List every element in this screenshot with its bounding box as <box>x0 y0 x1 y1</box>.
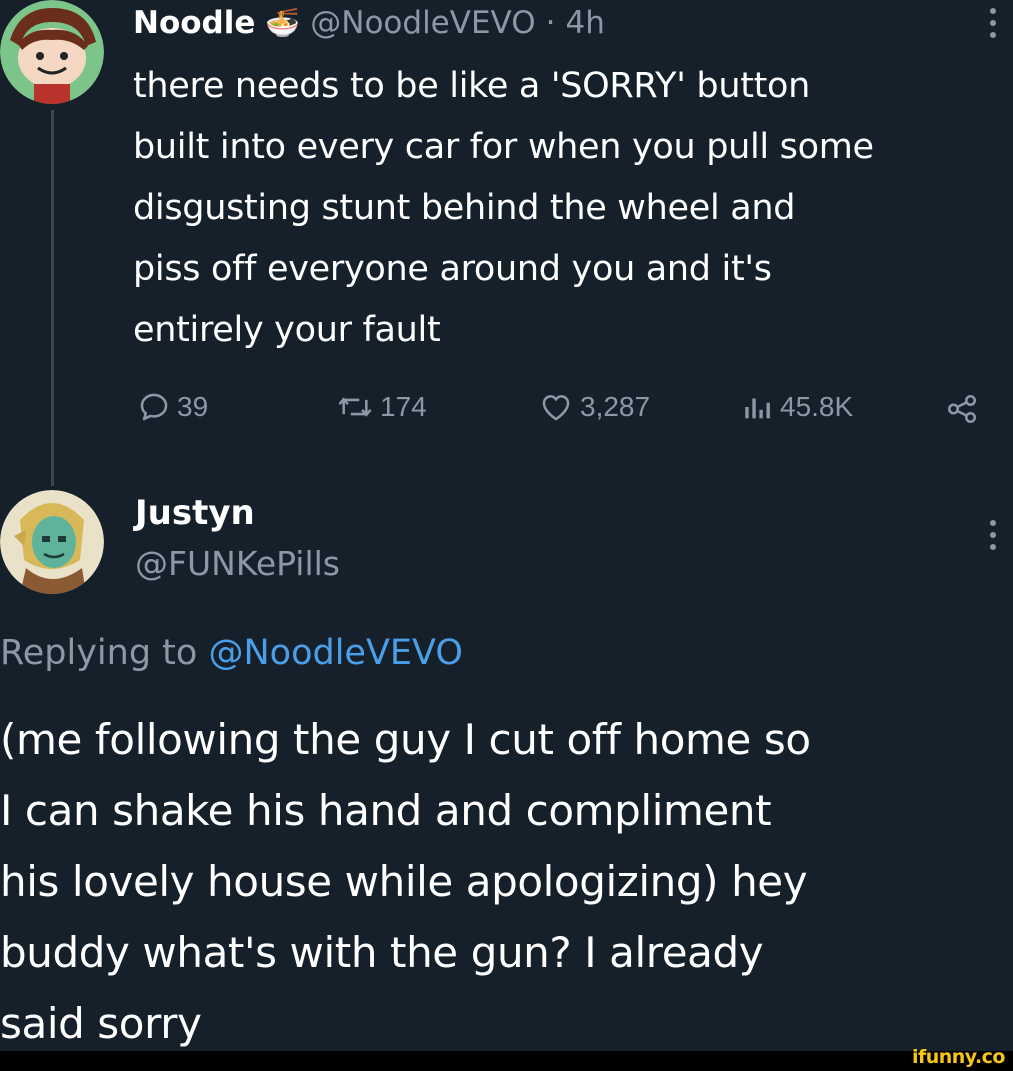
reply-text: (me following the guy I cut off home so … <box>0 704 811 1059</box>
time-separator: · <box>545 5 556 41</box>
replying-prefix: Replying to <box>0 633 198 673</box>
replying-to: Replying to @NoodleVEVO <box>0 630 463 676</box>
retweet-button[interactable]: 174 <box>336 390 427 424</box>
tweet-text-line: piss off everyone around you and it's <box>133 249 772 289</box>
ifunny-watermark: ifunny.co <box>911 1046 1006 1068</box>
tweet-text: there needs to be like a 'SORRY' button … <box>133 56 874 361</box>
tweet-text-line: built into every car for when you pull s… <box>133 127 874 167</box>
like-button[interactable]: 3,287 <box>538 390 650 424</box>
reply-text-line: (me following the guy I cut off home so <box>0 715 811 764</box>
share-icon[interactable] <box>944 392 980 430</box>
reply-button[interactable]: 39 <box>137 390 208 424</box>
retweet-icon <box>338 397 372 417</box>
reply-text-line: said sorry <box>0 999 202 1048</box>
reply-author-name[interactable]: Justyn <box>135 490 340 536</box>
footer-bar <box>0 1051 1013 1071</box>
reply-author-handle[interactable]: @FUNKePills <box>135 536 340 592</box>
retweet-count: 174 <box>380 391 427 422</box>
noodle-avatar[interactable] <box>0 0 104 104</box>
author-handle[interactable]: @NoodleVEVO <box>310 5 535 41</box>
tweet-text-line: disgusting stunt behind the wheel and <box>133 188 796 228</box>
more-icon[interactable] <box>988 8 998 38</box>
like-icon <box>542 395 570 421</box>
tweet-text-line: entirely your fault <box>133 310 441 350</box>
reply-icon <box>140 393 168 421</box>
reply-header: Justyn @FUNKePills <box>135 490 340 592</box>
replying-mention-link[interactable]: @NoodleVEVO <box>208 633 462 673</box>
author-name[interactable]: Noodle <box>133 5 255 41</box>
tweet-text-line: there needs to be like a 'SORRY' button <box>133 66 811 106</box>
reply-text-line: buddy what's with the gun? I already <box>0 928 764 977</box>
justyn-avatar[interactable] <box>0 490 104 594</box>
reply-more-icon[interactable] <box>988 520 998 550</box>
thread-line <box>51 110 54 486</box>
tweet-time[interactable]: 4h <box>565 5 604 41</box>
reply-text-line: his lovely house while apologizing) hey <box>0 857 808 906</box>
noodle-bowl-icon: 🍜 <box>265 6 301 39</box>
views-button[interactable]: 45.8K <box>742 390 853 424</box>
reply-count: 39 <box>177 391 209 422</box>
views-icon <box>745 398 770 419</box>
tweet-header: Noodle 🍜 @NoodleVEVO · 4h <box>133 0 605 46</box>
views-count: 45.8K <box>780 391 854 422</box>
reply-text-line: I can shake his hand and compliment <box>0 786 772 835</box>
like-count: 3,287 <box>580 391 651 422</box>
